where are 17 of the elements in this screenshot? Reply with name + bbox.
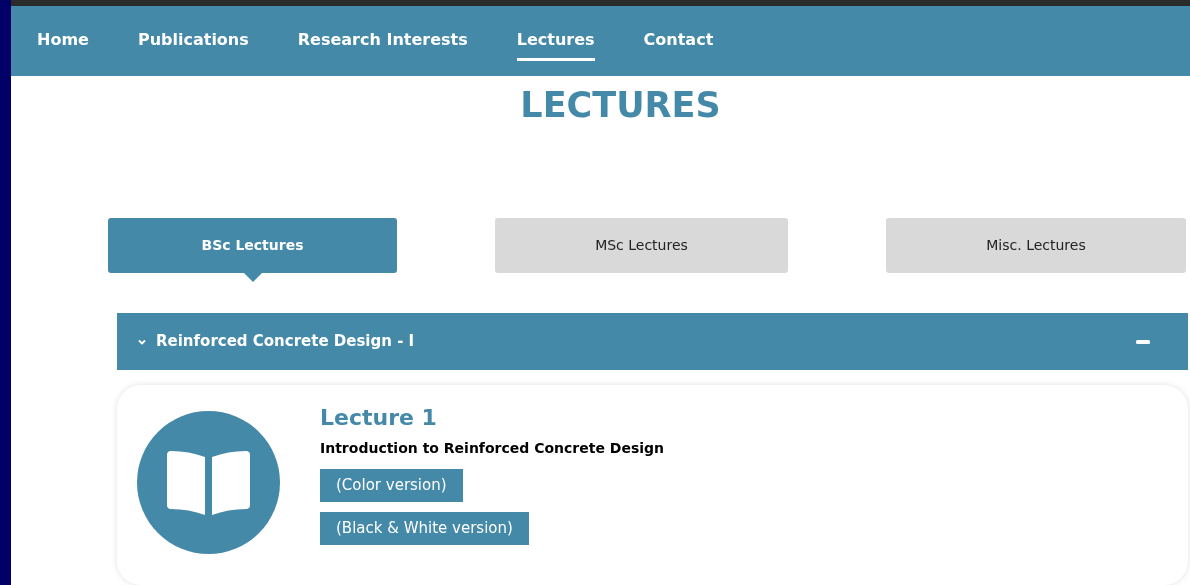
- tab[interactable]: MSc Lectures: [495, 218, 788, 273]
- book-icon: [137, 411, 280, 554]
- lecture-title: Lecture 1: [320, 404, 437, 432]
- nav-link[interactable]: Contact: [643, 21, 714, 61]
- accordion-title: Reinforced Concrete Design - I: [156, 331, 415, 353]
- tab[interactable]: Misc. Lectures: [886, 218, 1186, 273]
- nav-link[interactable]: Home: [37, 21, 89, 61]
- tab-pointer: [243, 273, 262, 282]
- nav-link[interactable]: Lectures: [516, 21, 595, 61]
- download-link[interactable]: (Black & White version): [320, 512, 529, 545]
- lecture-subtitle: Introduction to Reinforced Concrete Design: [320, 439, 664, 458]
- accordion-header[interactable]: Reinforced Concrete Design - I: [117, 313, 1188, 370]
- nav-link[interactable]: Research Interests: [297, 21, 468, 61]
- download-link[interactable]: (Color version): [320, 469, 463, 502]
- minus-icon: [1136, 339, 1150, 344]
- page-heading: LECTURES: [519, 88, 722, 123]
- nav-link[interactable]: Publications: [137, 21, 249, 61]
